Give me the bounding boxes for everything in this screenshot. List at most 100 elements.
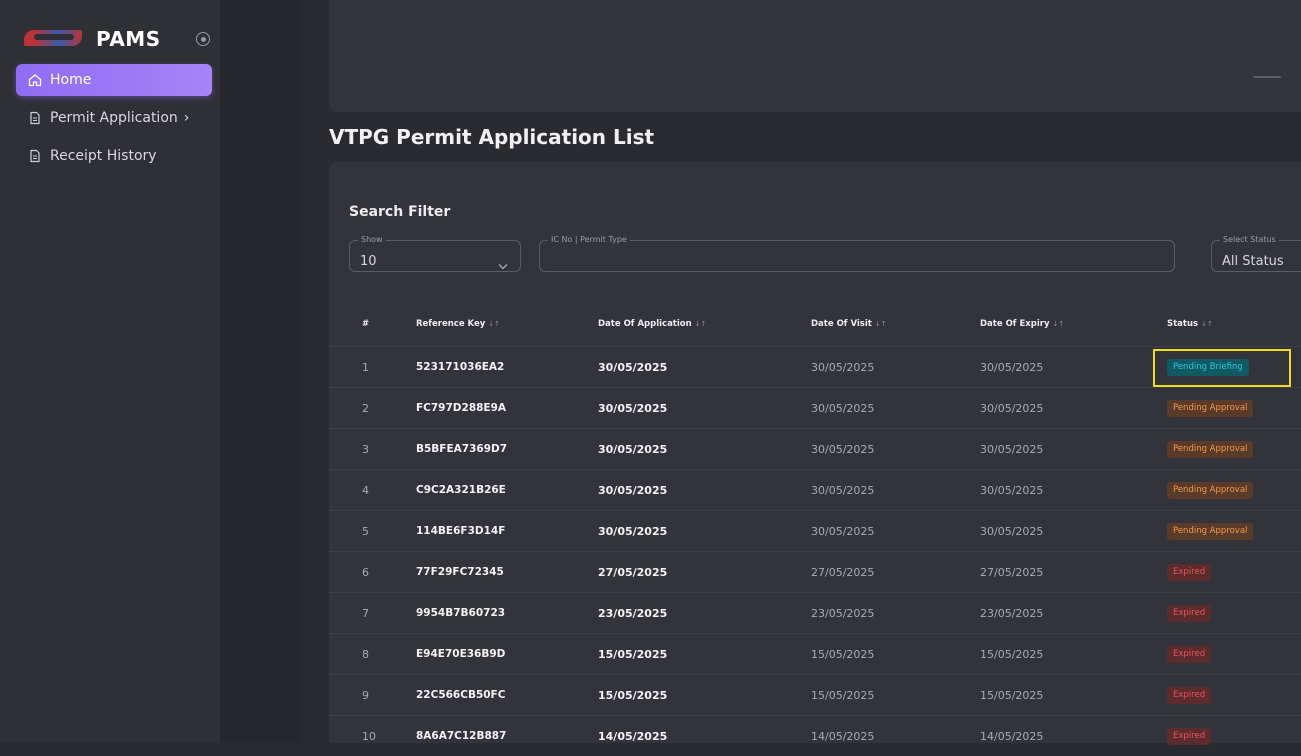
reference-key[interactable]: 77F29FC72345 xyxy=(416,566,598,578)
table-header: # Reference Key ↓↑ Date Of Application ↓↑ … xyxy=(329,302,1301,346)
status-select[interactable]: Select Status All Status xyxy=(1211,236,1301,272)
status-badge: Pending Approval xyxy=(1167,522,1254,540)
sidebar-toggle-icon[interactable] xyxy=(196,32,210,46)
col-header-number: # xyxy=(362,319,370,329)
sidebar-item-permit-application[interactable]: Permit Application › xyxy=(16,102,212,134)
status-cell: Expired xyxy=(1167,604,1301,622)
status-cell: Pending Briefing xyxy=(1153,348,1301,387)
date-of-application: 15/05/2025 xyxy=(598,688,668,702)
date-of-visit: 15/05/2025 xyxy=(811,688,875,702)
reference-key[interactable]: 523171036EA2 xyxy=(416,361,598,373)
table-row[interactable]: 9 22C566CB50FC 15/05/2025 15/05/2025 15/05/2… xyxy=(329,674,1301,715)
row-number: 3 xyxy=(362,442,369,456)
date-of-expiry: 30/05/2025 xyxy=(980,524,1044,538)
date-of-visit: 30/05/2025 xyxy=(811,524,875,538)
row-number: 7 xyxy=(362,606,369,620)
status-badge: Expired xyxy=(1167,604,1212,622)
row-number: 4 xyxy=(362,483,369,497)
table-row[interactable]: 6 77F29FC72345 27/05/2025 27/05/2025 27/05/2… xyxy=(329,551,1301,592)
table-row[interactable]: 4 C9C2A321B26E 30/05/2025 30/05/2025 30/05/2… xyxy=(329,469,1301,510)
show-legend: Show xyxy=(361,235,383,244)
row-number: 5 xyxy=(362,524,369,538)
status-badge: Expired xyxy=(1167,645,1212,663)
highlight-box xyxy=(1153,348,1291,387)
gutter xyxy=(220,0,300,743)
application-list-card: Search Filter Show 10 IC No | Permit Typ… xyxy=(329,162,1301,745)
top-navbar xyxy=(329,0,1301,112)
date-of-expiry: 30/05/2025 xyxy=(980,401,1044,415)
brand: PAMS xyxy=(20,24,210,54)
sidebar-item-label: Receipt History xyxy=(50,148,157,164)
date-of-expiry: 14/05/2025 xyxy=(980,729,1044,743)
page-title: VTPG Permit Application List xyxy=(329,125,655,149)
row-number: 8 xyxy=(362,647,369,661)
date-of-application: 23/05/2025 xyxy=(598,606,668,620)
sidebar-item-home[interactable]: Home xyxy=(16,64,212,96)
reference-key[interactable]: 22C566CB50FC xyxy=(416,689,598,701)
sidebar: PAMS Home Permit Application › Receipt H… xyxy=(0,0,220,743)
date-of-application: 15/05/2025 xyxy=(598,647,668,661)
sort-icon: ↓↑ xyxy=(874,320,887,328)
date-of-visit: 30/05/2025 xyxy=(811,401,875,415)
reference-key[interactable]: B5BFEA7369D7 xyxy=(416,443,598,455)
reference-key[interactable]: 8A6A7C12B887 xyxy=(416,730,598,742)
status-badge: Pending Approval xyxy=(1167,399,1254,417)
reference-key[interactable]: 114BE6F3D14F xyxy=(416,525,598,537)
status-badge: Pending Approval xyxy=(1167,481,1254,499)
date-of-expiry: 15/05/2025 xyxy=(980,647,1044,661)
sidebar-item-receipt-history[interactable]: Receipt History xyxy=(16,140,212,172)
col-header-date-of-expiry[interactable]: Date Of Expiry ↓↑ xyxy=(980,319,1167,329)
status-cell: Pending Approval xyxy=(1167,440,1301,458)
date-of-application: 30/05/2025 xyxy=(598,524,668,538)
date-of-application: 30/05/2025 xyxy=(598,401,668,415)
col-header-status[interactable]: Status ↓↑ xyxy=(1167,319,1301,329)
app-logo xyxy=(20,28,84,50)
date-of-expiry: 30/05/2025 xyxy=(980,442,1044,456)
table-row[interactable]: 7 9954B7B60723 23/05/2025 23/05/2025 23/05/2… xyxy=(329,592,1301,633)
date-of-visit: 27/05/2025 xyxy=(811,565,875,579)
reference-key[interactable]: E94E70E36B9D xyxy=(416,648,598,660)
sort-icon: ↓↑ xyxy=(694,320,707,328)
date-of-visit: 30/05/2025 xyxy=(811,483,875,497)
col-header-date-of-visit[interactable]: Date Of Visit ↓↑ xyxy=(811,319,980,329)
table-row[interactable]: 3 B5BFEA7369D7 30/05/2025 30/05/2025 30/05/2… xyxy=(329,428,1301,469)
show-select[interactable]: Show 10 xyxy=(349,236,521,272)
search-input[interactable]: IC No | Permit Type xyxy=(539,236,1175,272)
date-of-expiry: 30/05/2025 xyxy=(980,483,1044,497)
search-legend: IC No | Permit Type xyxy=(551,235,627,244)
app-name: PAMS xyxy=(96,27,161,51)
sidebar-item-label: Permit Application xyxy=(50,110,178,126)
sidebar-nav: Home Permit Application › Receipt Histor… xyxy=(16,64,212,178)
document-icon xyxy=(28,111,42,125)
chevron-right-icon: › xyxy=(183,110,190,126)
table-row[interactable]: 1 523171036EA2 30/05/2025 30/05/2025 30/05/2… xyxy=(329,346,1301,387)
status-cell: Pending Approval xyxy=(1167,399,1301,417)
date-of-expiry: 23/05/2025 xyxy=(980,606,1044,620)
table-row[interactable]: 8 E94E70E36B9D 15/05/2025 15/05/2025 15/05/2… xyxy=(329,633,1301,674)
status-cell: Pending Approval xyxy=(1167,481,1301,499)
reference-key[interactable]: FC797D288E9A xyxy=(416,402,598,414)
date-of-visit: 15/05/2025 xyxy=(811,647,875,661)
date-of-application: 14/05/2025 xyxy=(598,729,668,743)
table-row[interactable]: 2 FC797D288E9A 30/05/2025 30/05/2025 30/05/2… xyxy=(329,387,1301,428)
home-icon xyxy=(28,73,42,87)
row-number: 10 xyxy=(362,729,376,743)
table-row[interactable]: 5 114BE6F3D14F 30/05/2025 30/05/2025 30/05/2… xyxy=(329,510,1301,551)
date-of-visit: 30/05/2025 xyxy=(811,360,875,374)
date-of-visit: 14/05/2025 xyxy=(811,729,875,743)
reference-key[interactable]: 9954B7B60723 xyxy=(416,607,598,619)
col-header-reference-key[interactable]: Reference Key ↓↑ xyxy=(416,319,598,329)
chevron-down-icon xyxy=(498,255,508,274)
date-of-expiry: 15/05/2025 xyxy=(980,688,1044,702)
sort-icon: ↓↑ xyxy=(1201,320,1213,328)
status-cell: Expired xyxy=(1167,727,1301,745)
status-value: All Status xyxy=(1222,254,1284,269)
date-of-application: 30/05/2025 xyxy=(598,442,668,456)
date-of-application: 30/05/2025 xyxy=(598,360,668,374)
sort-icon: ↓↑ xyxy=(488,320,501,328)
table-row[interactable]: 10 8A6A7C12B887 14/05/2025 14/05/2025 14/05/… xyxy=(329,715,1301,756)
reference-key[interactable]: C9C2A321B26E xyxy=(416,484,598,496)
row-number: 2 xyxy=(362,401,369,415)
col-header-date-of-application[interactable]: Date Of Application ↓↑ xyxy=(598,319,811,329)
status-badge: Expired xyxy=(1167,727,1212,745)
